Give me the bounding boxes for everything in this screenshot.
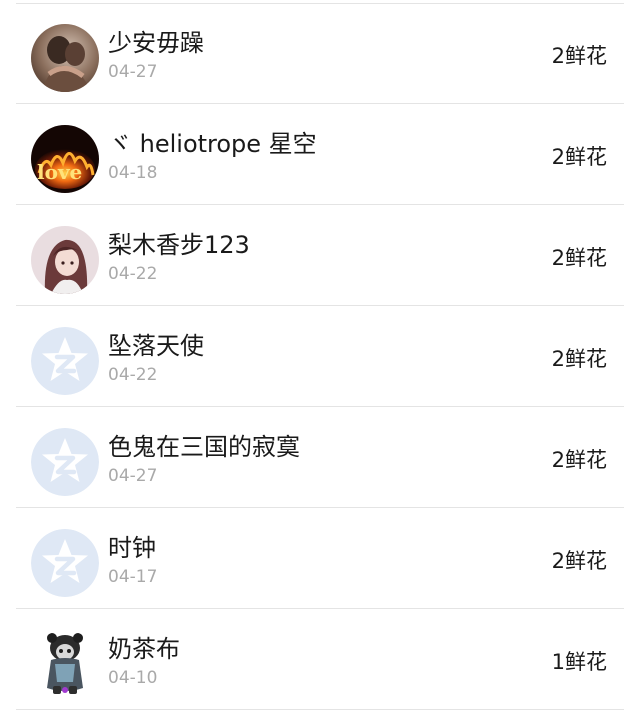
user-name[interactable]: 时钟 — [108, 533, 156, 563]
list-item[interactable]: 时钟 04-17 2鲜花 — [0, 509, 640, 609]
flower-count: 2鲜花 — [551, 549, 607, 573]
list-item[interactable]: 色鬼在三国的寂寞 04-27 2鲜花 — [0, 408, 640, 508]
flower-gift-list: 少安毋躁 04-27 2鲜花 love ヾ heliotrope 星空 04-1… — [0, 0, 640, 710]
anime-girl-icon[interactable] — [31, 226, 99, 294]
flower-count: 2鲜花 — [551, 44, 607, 68]
list-item[interactable]: 坠落天使 04-22 2鲜花 — [0, 307, 640, 407]
default-star-avatar-icon[interactable] — [31, 529, 99, 597]
list-item[interactable]: 梨木香步123 04-22 2鲜花 — [0, 206, 640, 306]
user-name[interactable]: 梨木香步123 — [108, 230, 250, 260]
divider — [16, 305, 624, 306]
flower-count: 2鲜花 — [551, 145, 607, 169]
flower-count: 2鲜花 — [551, 448, 607, 472]
gift-date: 04-18 — [108, 163, 158, 183]
svg-text:love: love — [37, 160, 82, 184]
divider — [16, 103, 624, 104]
divider — [16, 608, 624, 609]
user-name[interactable]: 少安毋躁 — [108, 28, 204, 58]
gift-date: 04-10 — [108, 668, 158, 688]
gift-date: 04-27 — [108, 62, 158, 82]
gift-date: 04-22 — [108, 264, 158, 284]
list-item[interactable]: 奶茶布 04-10 1鲜花 — [0, 610, 640, 710]
divider — [16, 406, 624, 407]
gift-date: 04-17 — [108, 567, 158, 587]
list-item[interactable]: 少安毋躁 04-27 2鲜花 — [0, 4, 640, 104]
default-star-avatar-icon[interactable] — [31, 428, 99, 496]
user-name[interactable]: 色鬼在三国的寂寞 — [108, 432, 300, 462]
flower-count: 1鲜花 — [551, 650, 607, 674]
photo-couple-icon[interactable] — [31, 24, 99, 92]
list-item[interactable]: love ヾ heliotrope 星空 04-18 2鲜花 — [0, 105, 640, 205]
user-name[interactable]: 坠落天使 — [108, 331, 204, 361]
panda-character-icon[interactable] — [31, 630, 99, 698]
gift-date: 04-22 — [108, 365, 158, 385]
gift-date: 04-27 — [108, 466, 158, 486]
user-name[interactable]: 奶茶布 — [108, 634, 180, 664]
divider — [16, 204, 624, 205]
fire-love-icon[interactable]: love — [31, 125, 99, 193]
flower-count: 2鲜花 — [551, 347, 607, 371]
default-star-avatar-icon[interactable] — [31, 327, 99, 395]
flower-count: 2鲜花 — [551, 246, 607, 270]
user-name[interactable]: ヾ heliotrope 星空 — [108, 129, 317, 159]
divider — [16, 507, 624, 508]
